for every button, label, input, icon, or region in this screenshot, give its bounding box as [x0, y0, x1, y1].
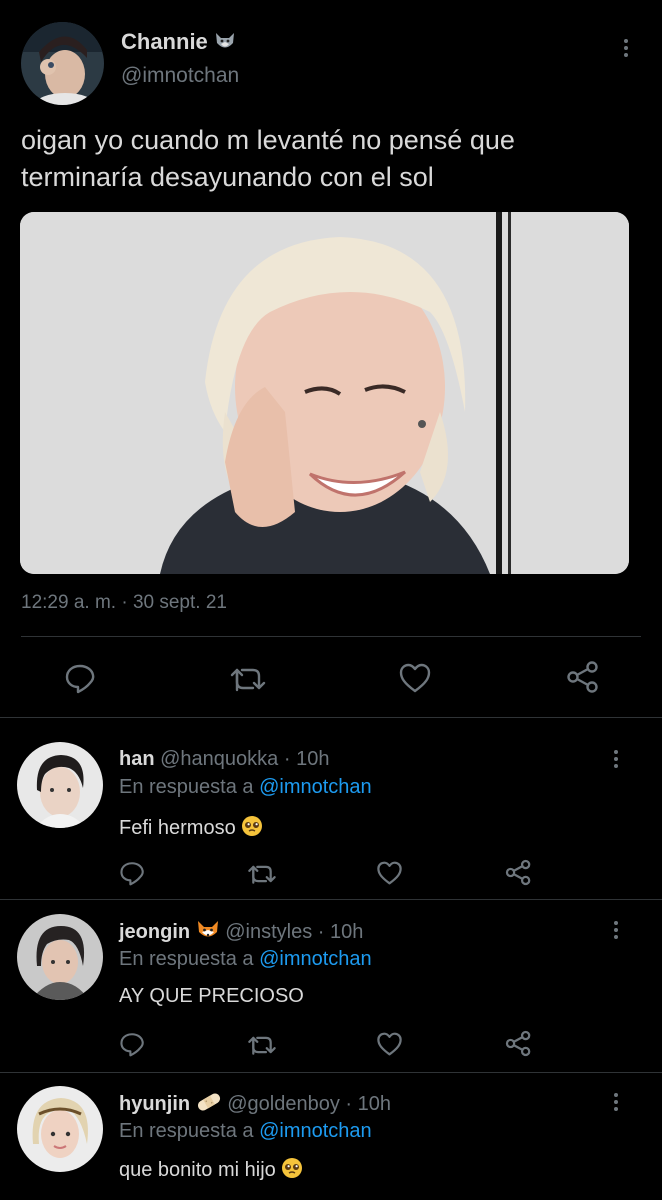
share-icon[interactable] — [566, 660, 600, 694]
reply-avatar[interactable] — [17, 1086, 103, 1172]
like-icon[interactable] — [398, 662, 432, 694]
in-reply-to: En respuesta a @imnotchan — [119, 776, 372, 798]
pleading-face-emoji-icon — [241, 815, 263, 843]
reply-icon[interactable] — [119, 860, 145, 886]
in-reply-to-link[interactable]: @imnotchan — [259, 1120, 372, 1142]
pleading-face-emoji-icon — [281, 1157, 303, 1185]
wolf-emoji-icon — [214, 30, 236, 58]
more-options-icon[interactable] — [622, 39, 630, 61]
bandage-emoji-icon — [196, 1091, 222, 1119]
reply-tweet[interactable]: jeongin @instyles · 10h En respuesta a @… — [0, 900, 662, 1073]
reply-text: Fefi hermoso — [119, 815, 263, 843]
reply-author-handle[interactable]: @goldenboy — [227, 1093, 340, 1115]
tweet-text: oigan yo cuando m levanté no pensé que t… — [21, 125, 515, 192]
tweet-timestamp[interactable]: 12:29 a. m. · 30 sept. 21 — [21, 592, 227, 614]
in-reply-to-link[interactable]: @imnotchan — [259, 948, 372, 970]
reply-time[interactable]: · 10h — [318, 921, 364, 943]
like-icon[interactable] — [376, 1031, 403, 1057]
main-tweet: Channie @imnotchan oigan yo cuando m lev… — [0, 0, 662, 718]
more-options-icon[interactable] — [612, 750, 620, 772]
reply-header: han @hanquokka · 10h — [119, 748, 329, 771]
reply-time[interactable]: · 10h — [345, 1093, 391, 1115]
share-icon[interactable] — [505, 859, 532, 886]
reply-header: jeongin @instyles · 10h — [119, 919, 363, 947]
divider — [21, 636, 641, 637]
reply-time[interactable]: · 10h — [284, 748, 330, 770]
reply-icon[interactable] — [119, 1031, 145, 1057]
reply-author-handle[interactable]: @hanquokka — [160, 748, 278, 770]
reply-author-name[interactable]: han — [119, 748, 155, 770]
in-reply-to: En respuesta a @imnotchan — [119, 1120, 372, 1142]
retweet-icon[interactable] — [229, 664, 267, 694]
reply-avatar[interactable] — [17, 742, 103, 828]
in-reply-to: En respuesta a @imnotchan — [119, 948, 372, 970]
fox-emoji-icon — [196, 919, 220, 947]
reply-text: que bonito mi hijo — [119, 1157, 303, 1185]
reply-tweet[interactable]: hyunjin @goldenboy · 10h En respuesta a … — [0, 1072, 662, 1200]
author-handle[interactable]: @imnotchan — [121, 64, 239, 88]
more-options-icon[interactable] — [612, 1093, 620, 1115]
reply-text: AY QUE PRECIOSO — [119, 985, 304, 1007]
reply-tweet[interactable]: han @hanquokka · 10h En respuesta a @imn… — [0, 718, 662, 900]
tweet-photo[interactable] — [20, 212, 629, 574]
like-icon[interactable] — [376, 860, 403, 886]
in-reply-to-link[interactable]: @imnotchan — [259, 776, 372, 798]
share-icon[interactable] — [505, 1030, 532, 1057]
more-options-icon[interactable] — [612, 921, 620, 943]
reply-icon[interactable] — [64, 662, 96, 694]
retweet-icon[interactable] — [247, 1033, 277, 1057]
author-name[interactable]: Channie — [121, 29, 236, 58]
reply-avatar[interactable] — [17, 914, 103, 1000]
reply-header: hyunjin @goldenboy · 10h — [119, 1091, 391, 1119]
retweet-icon[interactable] — [247, 862, 277, 886]
author-avatar[interactable] — [21, 22, 104, 105]
reply-author-name[interactable]: hyunjin — [119, 1093, 190, 1115]
reply-author-name[interactable]: jeongin — [119, 921, 190, 943]
reply-author-handle[interactable]: @instyles — [225, 921, 312, 943]
